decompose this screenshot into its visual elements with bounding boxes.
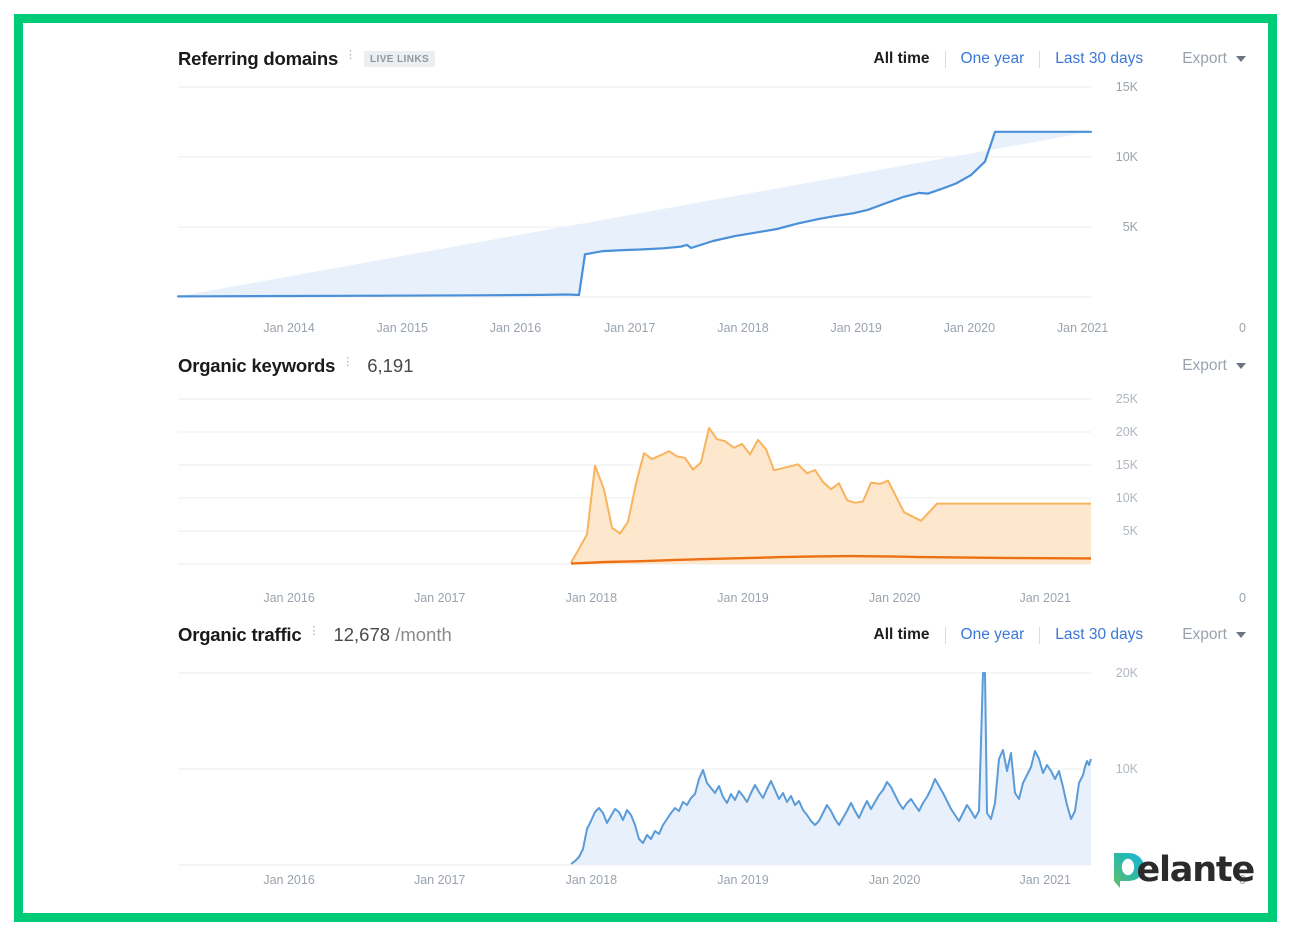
logo-counter: [1122, 858, 1135, 876]
chevron-down-icon: [1236, 56, 1246, 62]
xtick: Jan 2018: [565, 591, 618, 605]
export-button-3[interactable]: Export: [1182, 626, 1246, 644]
xtick: Jan 2014: [263, 321, 315, 335]
tab-last-30-days-3[interactable]: Last 30 days: [1040, 626, 1158, 644]
organic-keywords-svg: 25K 20K 15K 10K 5K: [178, 392, 1139, 565]
metric-value-organic-traffic: 12,678 /month: [333, 624, 451, 646]
chart-header-organic-keywords: Organic keywords ⋮ 6,191 Export: [23, 348, 1268, 384]
info-icon[interactable]: ⋮: [345, 49, 356, 61]
report-canvas: Referring domains ⋮ LIVE LINKS All time …: [23, 23, 1268, 913]
xtick: Jan 2016: [263, 873, 315, 887]
export-label: Export: [1182, 50, 1227, 67]
delante-logo: elante: [1110, 849, 1255, 891]
ytick-5k: 5K: [1123, 524, 1139, 538]
page-title-organic-keywords: Organic keywords: [178, 355, 336, 376]
xtick: Jan 2019: [717, 873, 769, 887]
tab-all-time-1[interactable]: All time: [859, 50, 945, 68]
chart-block-referring-domains: Referring domains ⋮ LIVE LINKS All time …: [23, 41, 1268, 341]
ytick-20k: 20K: [1116, 425, 1139, 439]
export-button-1[interactable]: Export: [1182, 50, 1246, 68]
export-button-2[interactable]: Export: [1182, 357, 1246, 375]
xtick-zero: 0: [1239, 591, 1246, 605]
ytick-10k: 10K: [1116, 491, 1139, 505]
metric-number: 12,678: [333, 624, 391, 645]
area-fill-organic-keywords: [571, 428, 1091, 564]
xaxis-referring-domains: Jan 2014 Jan 2015 Jan 2016 Jan 2017 Jan …: [178, 319, 1246, 341]
chart-plot-organic-traffic: 20K 10K Jan 2016 Jan 2017 Jan 2018 Jan 2…: [23, 653, 1268, 893]
info-icon[interactable]: ⋮: [308, 625, 319, 637]
tab-all-time-3[interactable]: All time: [859, 626, 945, 644]
ytick-10k: 10K: [1116, 762, 1139, 776]
chevron-down-icon: [1236, 363, 1246, 369]
xtick: Jan 2021: [1056, 321, 1109, 335]
xtick: Jan 2020: [868, 873, 921, 887]
xtick: Jan 2021: [1019, 591, 1071, 605]
xtick: Jan 2017: [604, 321, 656, 335]
ytick-25k: 25K: [1116, 392, 1139, 406]
ytick-15k: 15K: [1116, 80, 1139, 94]
xaxis-organic-keywords: Jan 2016 Jan 2017 Jan 2018 Jan 2019 Jan …: [178, 589, 1246, 611]
logo-text: elante: [1136, 849, 1255, 890]
ytick-10k: 10K: [1116, 150, 1139, 164]
export-label: Export: [1182, 357, 1227, 374]
ytick-15k: 15K: [1116, 458, 1139, 472]
tab-last-30-days-1[interactable]: Last 30 days: [1040, 50, 1158, 68]
ytick-5k: 5K: [1123, 220, 1139, 234]
info-icon[interactable]: ⋮: [342, 356, 353, 368]
tab-one-year-1[interactable]: One year: [946, 50, 1040, 68]
xtick: Jan 2020: [943, 321, 996, 335]
metric-unit: /month: [395, 624, 452, 645]
page-title-organic-traffic: Organic traffic: [178, 624, 302, 645]
chart-block-organic-traffic: Organic traffic ⋮ 12,678 /month All time…: [23, 617, 1268, 893]
xtick: Jan 2020: [868, 591, 921, 605]
xtick: Jan 2019: [717, 591, 769, 605]
chevron-down-icon: [1236, 632, 1246, 638]
chart-controls-organic-keywords: Export: [1158, 348, 1246, 384]
chart-plot-organic-keywords: 25K 20K 15K 10K 5K Jan 2016 Jan 2017 Jan…: [23, 384, 1268, 611]
area-fill-referring-domains: [178, 131, 1091, 297]
chart-header-referring-domains: Referring domains ⋮ LIVE LINKS All time …: [23, 41, 1268, 77]
status-badge-live-links: LIVE LINKS: [364, 51, 436, 67]
chart-plot-referring-domains: 15K 10K 5K Jan 2014 Jan 2015 Jan 2016 Ja…: [23, 77, 1268, 341]
xtick: Jan 2018: [717, 321, 769, 335]
chart-header-organic-traffic: Organic traffic ⋮ 12,678 /month All time…: [23, 617, 1268, 653]
referring-domains-svg: 15K 10K 5K: [176, 80, 1139, 298]
xtick-zero: 0: [1239, 321, 1246, 335]
export-label: Export: [1182, 626, 1227, 643]
chart-block-organic-keywords: Organic keywords ⋮ 6,191 Export 25K 20K …: [23, 348, 1268, 611]
screenshot-root: Referring domains ⋮ LIVE LINKS All time …: [0, 0, 1291, 936]
xtick: Jan 2015: [376, 321, 428, 335]
xtick: Jan 2018: [565, 873, 618, 887]
chart-controls-organic-traffic: All time One year Last 30 days Export: [859, 617, 1246, 653]
organic-traffic-svg: 20K 10K: [178, 666, 1139, 866]
metric-value-organic-keywords: 6,191: [367, 355, 414, 376]
chart-controls-referring-domains: All time One year Last 30 days Export: [859, 41, 1246, 77]
page-title-referring-domains: Referring domains: [178, 48, 339, 69]
xtick: Jan 2016: [263, 591, 315, 605]
xtick: Jan 2021: [1019, 873, 1071, 887]
ytick-20k: 20K: [1116, 666, 1139, 680]
xtick: Jan 2017: [413, 591, 466, 605]
tab-one-year-3[interactable]: One year: [946, 626, 1040, 644]
xaxis-organic-traffic: Jan 2016 Jan 2017 Jan 2018 Jan 2019 Jan …: [178, 871, 1246, 893]
xtick: Jan 2017: [413, 873, 466, 887]
xtick: Jan 2019: [830, 321, 882, 335]
xtick: Jan 2016: [489, 321, 542, 335]
